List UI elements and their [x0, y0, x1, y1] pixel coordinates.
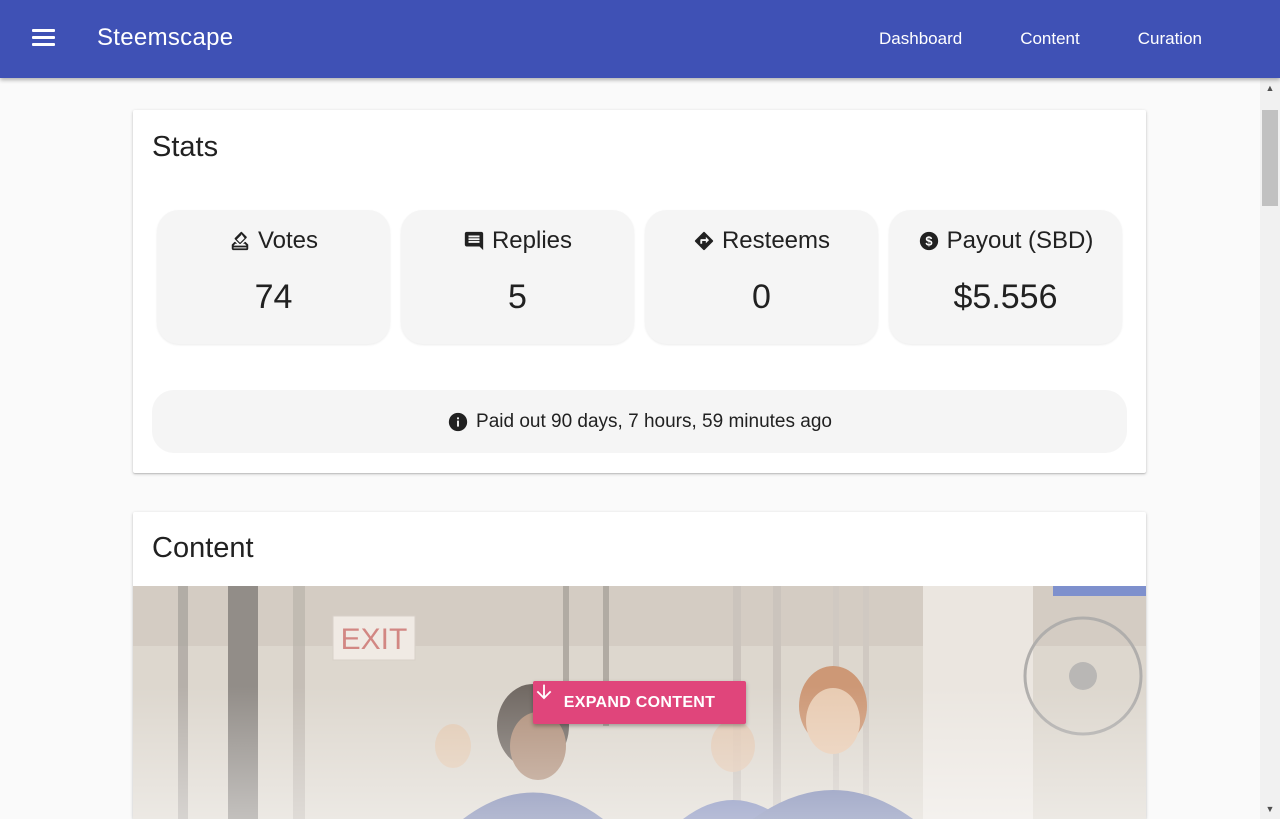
comment-icon [464, 231, 484, 251]
info-icon [448, 412, 468, 431]
content-title: Content [152, 532, 254, 564]
expand-content-button[interactable]: EXPAND CONTENT [533, 681, 746, 724]
content-card: Content EXIT EXPAND CONTENT [133, 512, 1146, 819]
dollar-circle-icon: $ [919, 231, 938, 251]
svg-text:$: $ [925, 234, 932, 249]
stat-resteems-label: Resteems [721, 227, 831, 254]
scroll-thumb[interactable] [1262, 110, 1278, 206]
stat-replies-label: Replies [491, 227, 573, 254]
stat-resteems-value: 0 [752, 278, 771, 316]
nav-dashboard[interactable]: Dashboard [879, 29, 962, 49]
stat-replies: Replies 5 [401, 210, 634, 344]
stat-payout-label: Payout (SBD) [946, 227, 1094, 254]
app-bar: Steemscape Dashboard Content Curation [0, 0, 1280, 78]
stat-resteems: Resteems 0 [645, 210, 878, 344]
scroll-up-arrow-icon[interactable]: ▲ [1260, 78, 1280, 98]
stat-payout-value: $5.556 [953, 278, 1058, 316]
stat-payout: $ Payout (SBD) $5.556 [889, 210, 1122, 344]
top-nav: Dashboard Content Curation [821, 0, 1202, 78]
stats-card: Stats Votes 74 Replies 5 Resteems 0 $ Pa… [133, 110, 1146, 473]
page-scrollbar[interactable]: ▲ ▼ [1260, 78, 1280, 819]
payout-info: Paid out 90 days, 7 hours, 59 minutes ag… [152, 390, 1127, 453]
stat-votes-label: Votes [257, 227, 319, 254]
scroll-down-arrow-icon[interactable]: ▼ [1260, 799, 1280, 819]
stats-title: Stats [152, 131, 219, 163]
stat-votes-value: 74 [254, 278, 293, 316]
payout-info-text: Paid out 90 days, 7 hours, 59 minutes ag… [476, 410, 832, 432]
nav-content[interactable]: Content [1020, 29, 1080, 49]
stat-replies-value: 5 [508, 278, 527, 316]
hamburger-menu-icon[interactable] [32, 29, 55, 49]
nav-curation[interactable]: Curation [1138, 29, 1202, 49]
vote-icon [231, 231, 249, 251]
directions-icon [694, 231, 714, 251]
expand-content-label: EXPAND CONTENT [563, 693, 716, 711]
arrow-down-icon [536, 684, 552, 700]
app-title[interactable]: Steemscape [97, 24, 233, 52]
content-preview-image: EXIT EXPAND CONTENT [133, 586, 1146, 819]
stat-votes: Votes 74 [157, 210, 390, 344]
